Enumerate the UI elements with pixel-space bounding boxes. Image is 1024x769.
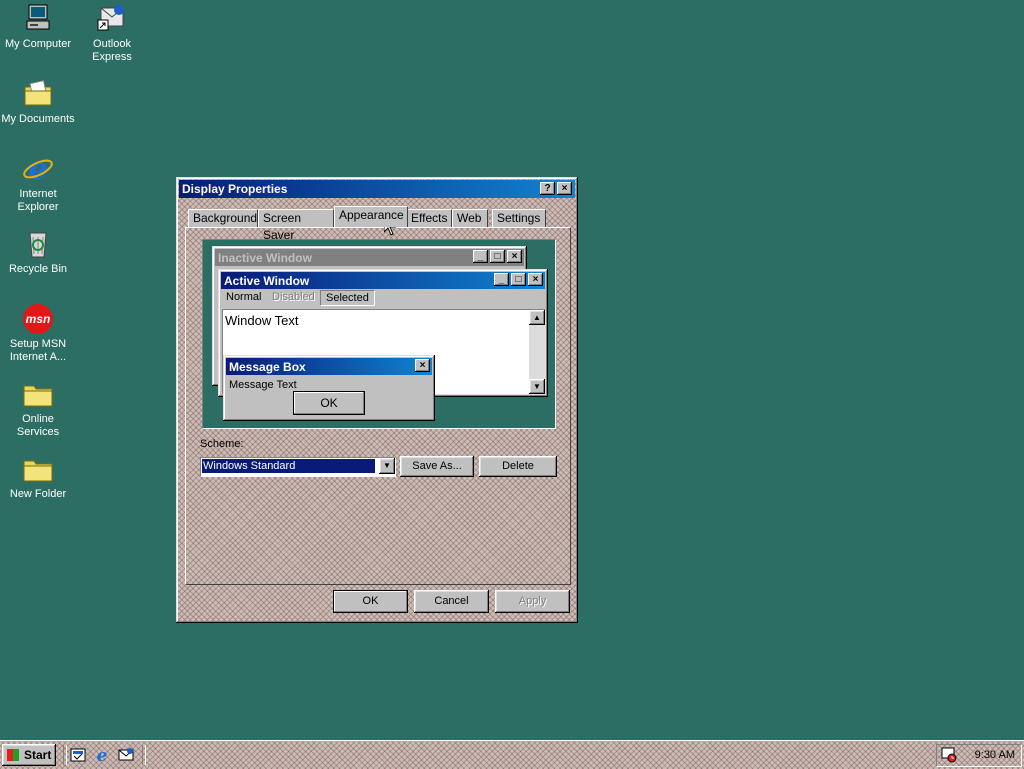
- folder-icon: [21, 377, 55, 411]
- desktop-icon-internet-explorer[interactable]: e Internet Explorer: [0, 152, 76, 214]
- preview-msgbox-ok-label: OK: [320, 396, 338, 410]
- desktop-icon-online-services[interactable]: Online Services: [0, 377, 76, 439]
- internet-explorer-icon[interactable]: e: [94, 746, 110, 766]
- window-title: Display Properties: [182, 182, 288, 196]
- cancel-label: Cancel: [434, 595, 469, 607]
- delete-label: Delete: [502, 460, 534, 472]
- preview-msgbox-ok: OK: [293, 391, 365, 415]
- save-as-label: Save As...: [412, 460, 462, 472]
- preview-message-box: Message Box × Message Text OK: [223, 355, 435, 421]
- display-properties-window: Display Properties ? × Background Screen…: [176, 177, 578, 623]
- close-icon: ×: [561, 183, 568, 194]
- computer-icon: [21, 2, 55, 36]
- desktop-icon-label: Online Services: [16, 413, 60, 438]
- preview-msgbox-titlebar: Message Box ×: [226, 358, 432, 375]
- folder-icon: [21, 452, 55, 486]
- preview-msgbox-title: Message Box: [229, 360, 306, 374]
- cancel-button[interactable]: Cancel: [414, 590, 489, 613]
- maximize-icon: □: [490, 250, 505, 263]
- scheme-preview[interactable]: Inactive Window _ □ × Active Window _ □ …: [202, 239, 556, 429]
- desktop-icon-new-folder[interactable]: New Folder: [0, 452, 76, 501]
- outlook-express-icon[interactable]: [118, 747, 134, 763]
- close-icon: ×: [507, 250, 522, 263]
- scheme-dropdown[interactable]: Windows Standard ▼: [200, 457, 396, 477]
- desktop-icon-label: Internet Explorer: [17, 188, 59, 213]
- taskbar: Start e 9:30 AM: [0, 740, 1024, 769]
- ok-label: OK: [362, 595, 379, 607]
- scheme-label: Scheme:: [200, 438, 244, 450]
- scheme-dropdown-value: Windows Standard: [201, 458, 376, 474]
- desktop-icon-recycle-bin[interactable]: Recycle Bin: [0, 227, 76, 276]
- preview-menu-selected: Selected: [320, 290, 375, 306]
- clock[interactable]: 9:30 AM: [975, 749, 1015, 761]
- apply-button[interactable]: Apply: [495, 590, 570, 613]
- close-icon: ×: [528, 273, 543, 286]
- taskbar-separator: [142, 745, 146, 765]
- delete-button[interactable]: Delete: [479, 456, 557, 477]
- desktop-icon-label: Recycle Bin: [8, 263, 68, 275]
- preview-active-titlebar: Active Window _ □ ×: [221, 272, 545, 289]
- ok-button[interactable]: OK: [333, 590, 408, 613]
- minimize-icon: _: [473, 250, 488, 263]
- msn-icon: msn: [21, 302, 55, 336]
- tab-label: Appearance: [339, 208, 404, 222]
- title-bar[interactable]: Display Properties ? ×: [179, 180, 575, 198]
- help-icon: ?: [544, 183, 551, 194]
- close-button[interactable]: ×: [557, 182, 572, 195]
- documents-folder-icon: [21, 77, 55, 111]
- start-label: Start: [24, 748, 52, 762]
- desktop-icon-label: My Documents: [1, 113, 75, 125]
- tab-label: Settings: [497, 211, 541, 225]
- chevron-down-icon[interactable]: ▼: [379, 458, 395, 474]
- tab-background[interactable]: Background: [188, 209, 258, 227]
- preview-scrollbar: ▲ ▼: [529, 310, 545, 394]
- desktop-icon-outlook-express[interactable]: Outlook Express: [74, 2, 150, 64]
- desktop-icon-label: My Computer: [4, 38, 72, 50]
- tab-effects[interactable]: Effects: [406, 209, 452, 227]
- save-as-button[interactable]: Save As...: [400, 456, 474, 477]
- apply-label: Apply: [518, 595, 547, 607]
- preview-inactive-titlebar: Inactive Window _ □ ×: [215, 249, 524, 266]
- preview-active-title: Active Window: [224, 274, 310, 288]
- tab-appearance[interactable]: Appearance: [334, 206, 408, 227]
- start-button[interactable]: Start: [2, 744, 56, 766]
- preview-menu-normal: Normal: [226, 291, 262, 303]
- system-tray: 9:30 AM: [936, 744, 1022, 767]
- desktop-icon-label: Setup MSN Internet A...: [9, 338, 67, 363]
- desktop-icon-label: Outlook Express: [92, 38, 132, 63]
- svg-text:e: e: [28, 152, 47, 186]
- svg-text:e: e: [97, 746, 108, 764]
- desktop-icon-setup-msn[interactable]: msn Setup MSN Internet A...: [0, 302, 76, 364]
- preview-window-text: Window Text: [225, 313, 299, 328]
- help-button[interactable]: ?: [540, 182, 555, 195]
- tab-label: Background: [193, 211, 258, 225]
- desktop-icon-my-documents[interactable]: My Documents: [0, 77, 76, 126]
- scroll-up-icon: ▲: [529, 310, 545, 325]
- minimize-icon: _: [494, 273, 509, 286]
- close-icon: ×: [415, 359, 430, 372]
- tab-screen-saver[interactable]: Screen Saver: [258, 209, 334, 242]
- svg-text:msn: msn: [26, 312, 51, 326]
- scroll-down-icon: ▼: [529, 379, 545, 394]
- windows-logo-icon: [7, 749, 19, 761]
- internet-explorer-icon: e: [21, 152, 55, 187]
- preview-msgbox-text: Message Text: [229, 379, 297, 391]
- tab-label: Effects: [411, 211, 448, 225]
- outlook-express-icon: [95, 2, 129, 36]
- tab-label: Web: [457, 211, 482, 225]
- maximize-icon: □: [511, 273, 526, 286]
- show-desktop-icon[interactable]: [70, 747, 86, 763]
- quick-launch-separator: [63, 745, 67, 765]
- desktop-icon-label: New Folder: [9, 488, 67, 500]
- recycle-bin-icon: [21, 227, 55, 261]
- tab-web[interactable]: Web: [452, 209, 488, 227]
- tab-settings[interactable]: Settings: [492, 209, 546, 227]
- preview-inactive-title: Inactive Window: [218, 251, 312, 265]
- scheduler-icon[interactable]: [941, 747, 957, 763]
- preview-menu-disabled: Disabled: [272, 291, 315, 303]
- desktop-icon-my-computer[interactable]: My Computer: [0, 2, 76, 51]
